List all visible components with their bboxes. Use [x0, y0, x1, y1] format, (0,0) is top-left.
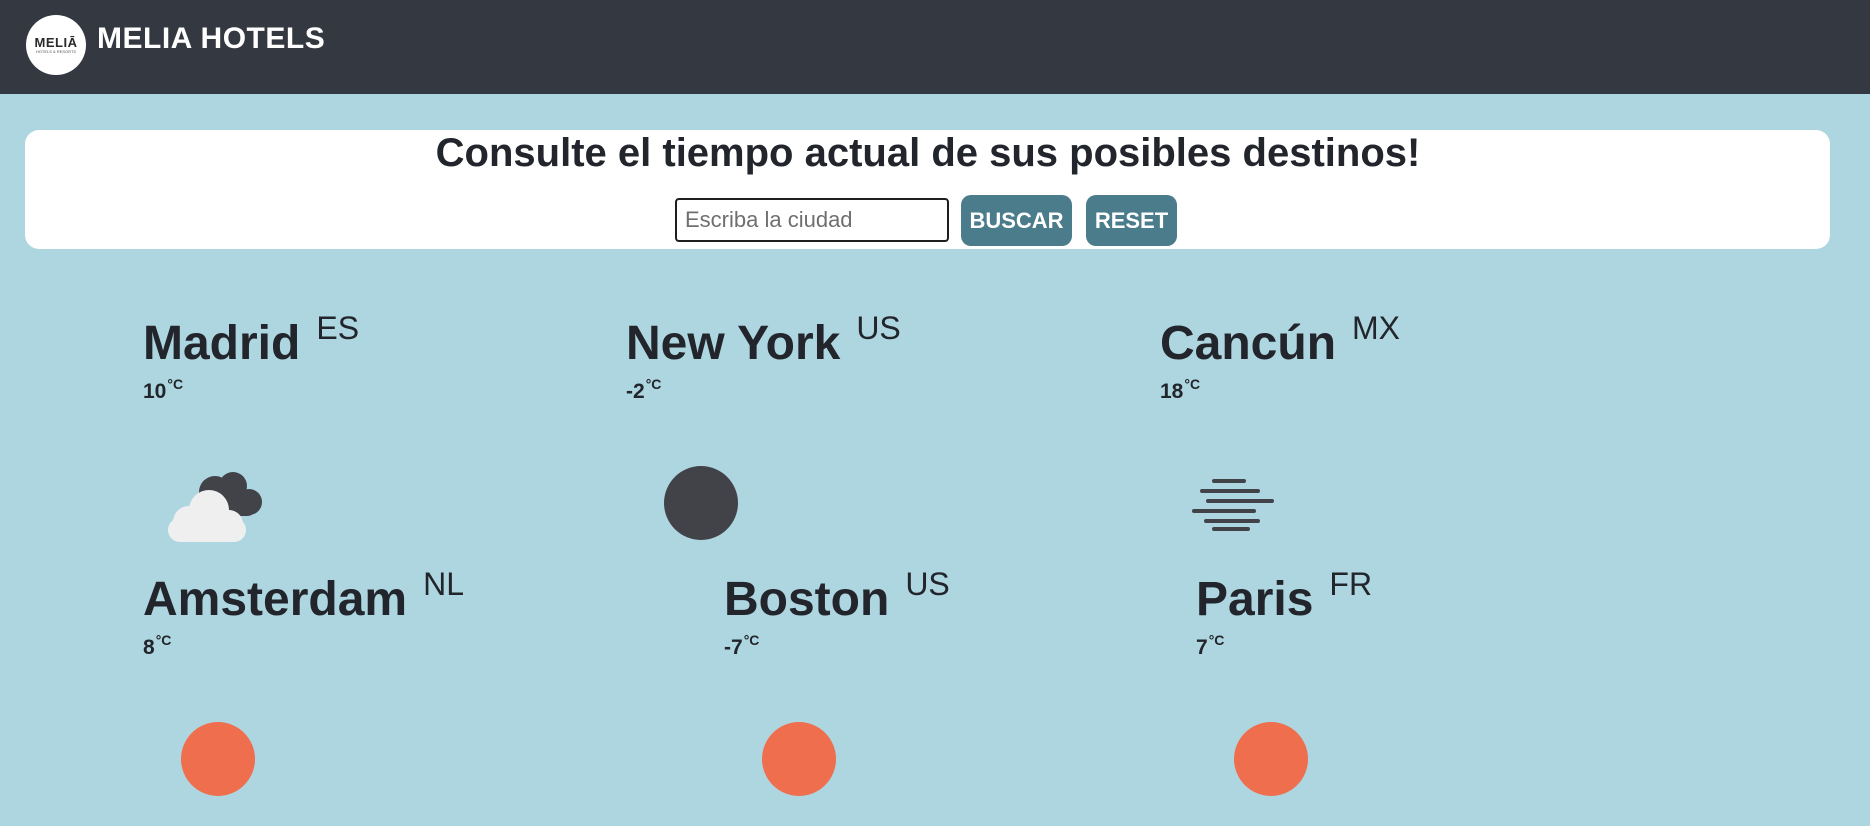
temperature-unit: °C: [743, 632, 760, 648]
melia-logo[interactable]: MELIĀ HOTELS & RESORTS: [26, 15, 86, 75]
city-name: Paris: [1196, 573, 1314, 626]
city-name: Amsterdam: [143, 573, 408, 626]
sun-icon: [762, 722, 836, 796]
temperature-value: 7: [1196, 636, 1208, 659]
temperature-value: -2: [626, 380, 645, 403]
reset-button[interactable]: RESET: [1086, 195, 1177, 246]
fog-icon: [1192, 479, 1274, 531]
partly-cloudy-icon: [168, 472, 262, 542]
search-button[interactable]: BUSCAR: [961, 195, 1072, 246]
country-code: NL: [423, 566, 464, 602]
logo-subtext: HOTELS & RESORTS: [35, 48, 77, 54]
temperature-value: -7: [724, 636, 743, 659]
country-code: FR: [1329, 566, 1373, 602]
temperature-unit: °C: [1184, 376, 1201, 392]
temperature-value: 18: [1160, 380, 1184, 403]
temperature-unit: °C: [167, 376, 184, 392]
temperature-unit: °C: [645, 376, 662, 392]
temperature-unit: °C: [1208, 632, 1225, 648]
temperature-value: 10: [143, 380, 167, 403]
brand-title[interactable]: MELIA HOTELS: [97, 22, 325, 56]
country-code: US: [856, 310, 901, 346]
city-name: Madrid: [143, 317, 301, 370]
city-name: New York: [626, 317, 841, 370]
country-code: US: [905, 566, 950, 602]
country-code: MX: [1352, 310, 1401, 346]
country-code: ES: [316, 310, 360, 346]
sun-icon: [181, 722, 255, 796]
city-search-input[interactable]: [675, 198, 949, 242]
temperature-unit: °C: [155, 632, 172, 648]
dark-circle-icon: [664, 466, 738, 540]
search-title: Consulte el tiempo actual de sus posible…: [435, 131, 1421, 175]
logo-text: MELIĀ: [34, 34, 78, 50]
city-name: Boston: [724, 573, 890, 626]
temperature-value: 8: [143, 636, 155, 659]
city-name: Cancún: [1160, 317, 1337, 370]
navbar: MELIĀ HOTELS & RESORTS MELIA HOTELS: [0, 0, 1870, 94]
sun-icon: [1234, 722, 1308, 796]
